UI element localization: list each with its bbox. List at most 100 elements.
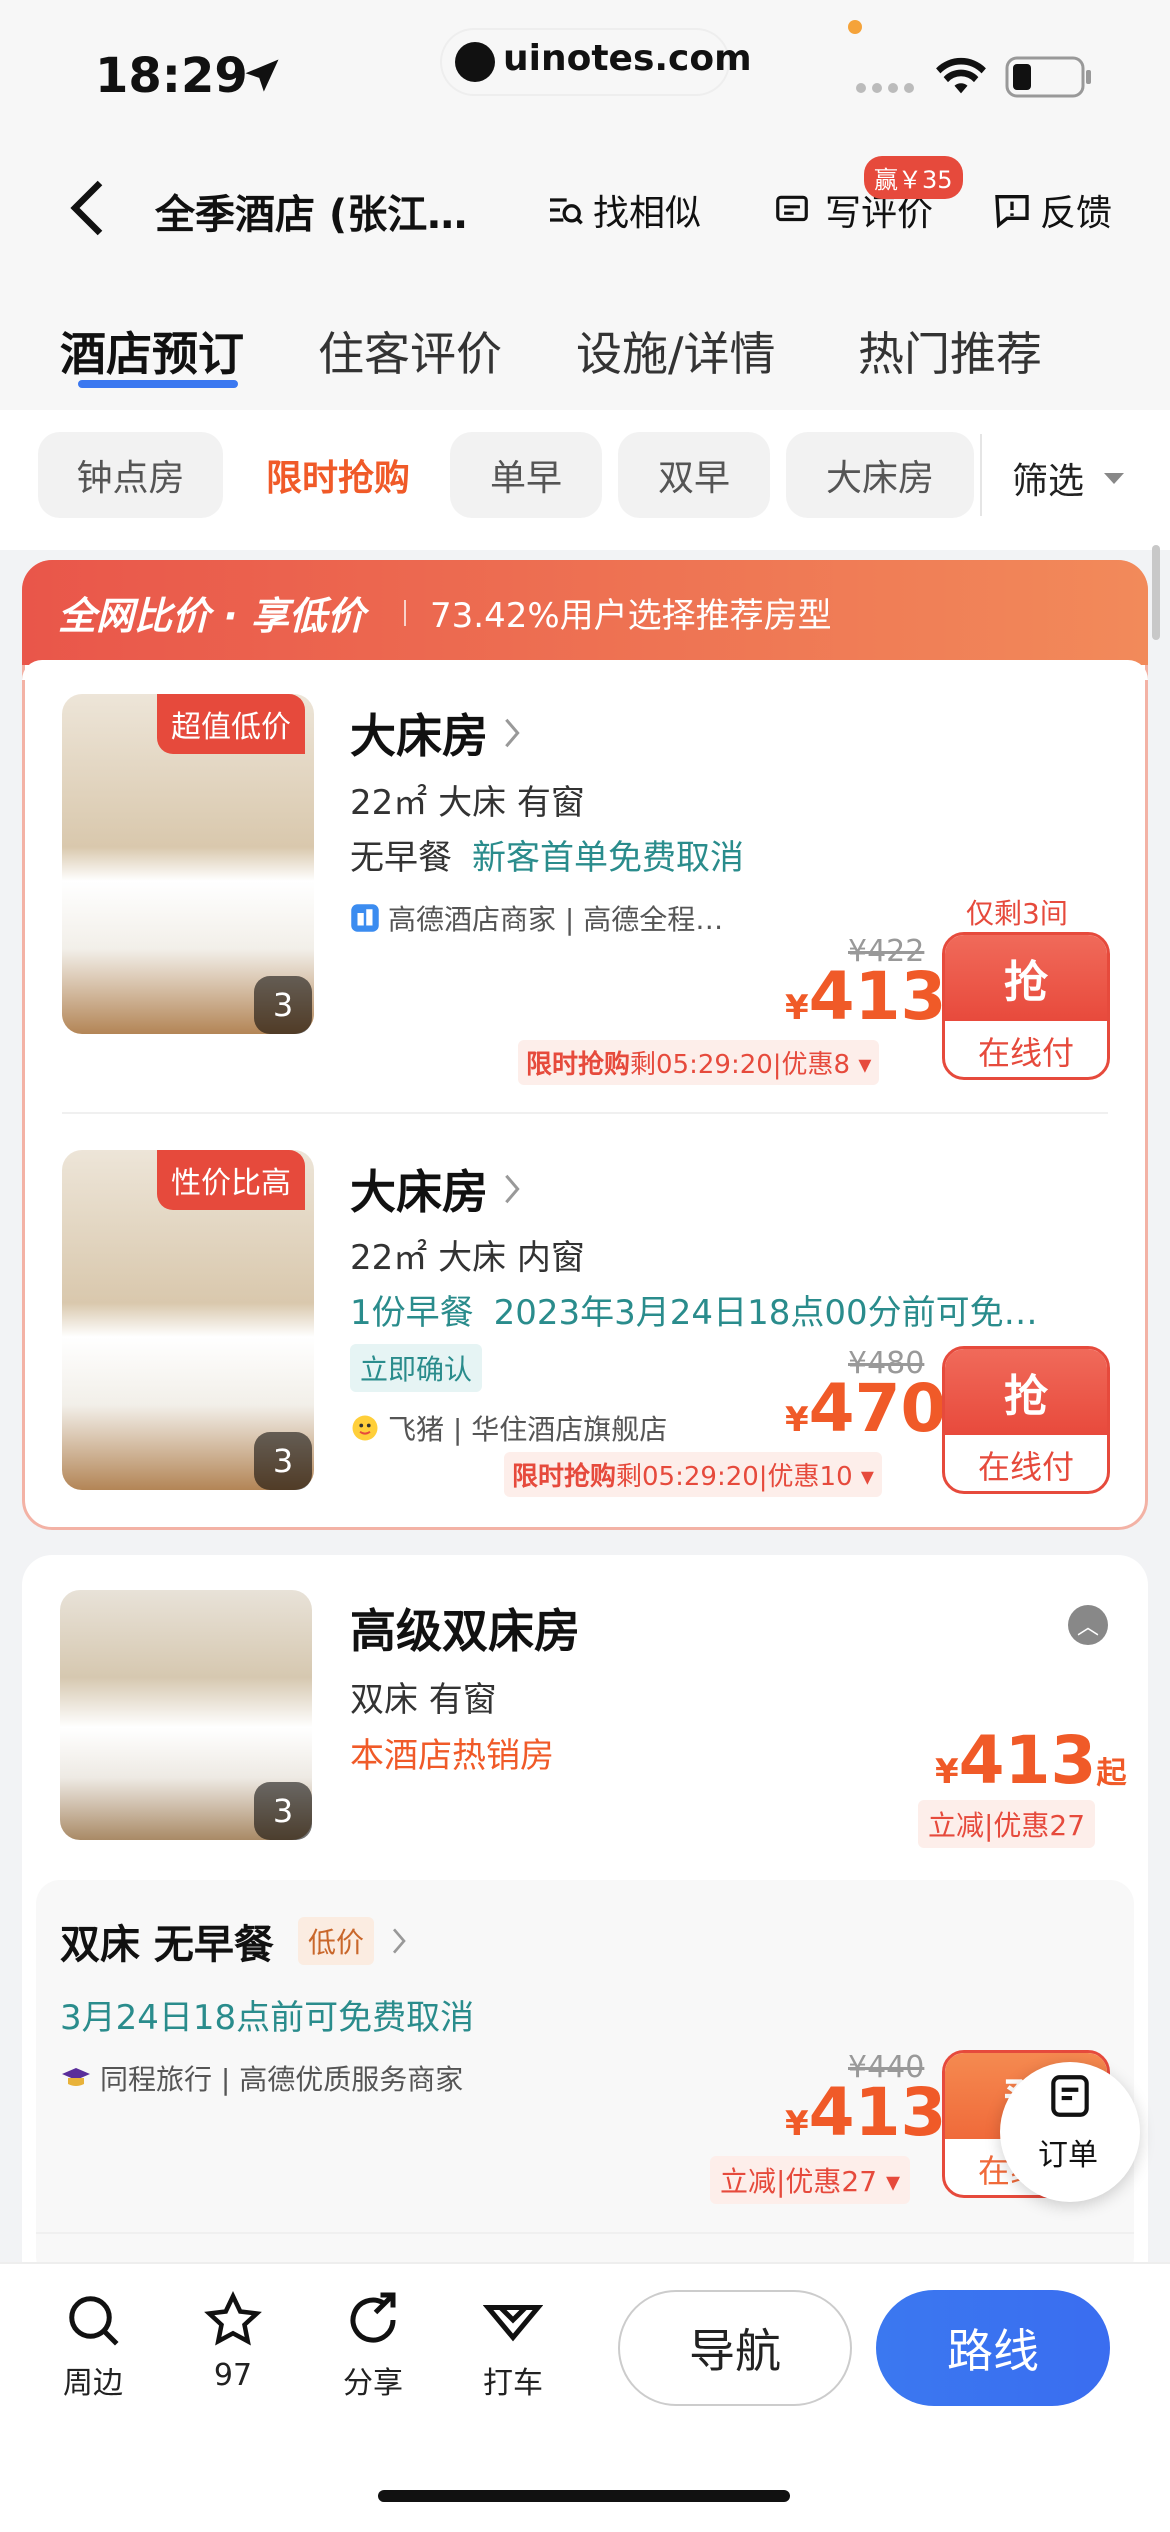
tab-guest-reviews[interactable]: 住客评价 <box>318 318 502 384</box>
meal-text: 无早餐 <box>350 838 452 878</box>
chip-hourly-room[interactable]: 钟点房 <box>38 432 223 518</box>
wifi-icon <box>936 57 986 94</box>
chip-double-breakfast[interactable]: 双早 <box>618 432 770 518</box>
scrollbar[interactable] <box>1152 545 1160 640</box>
instant-confirm-badge: 立即确认 <box>350 1344 483 1392</box>
back-icon[interactable] <box>65 178 115 238</box>
source-text: 飞猪 | 华住酒店旗舰店 <box>388 1413 668 1446</box>
room-name: 大床房 <box>350 1165 488 1219</box>
tab-hotel-booking[interactable]: 酒店预订 <box>60 318 244 384</box>
taxi-button[interactable]: 打车 <box>458 2290 568 2402</box>
grab-button-top: 抢 <box>945 1349 1107 1435</box>
site-logo-icon <box>455 42 495 82</box>
pay-online-label: 在线付 <box>977 1033 1074 1072</box>
cancel-policy: 3月24日18点前可免费取消 <box>60 1998 475 2038</box>
chip-king-room[interactable]: 大床房 <box>786 432 974 518</box>
rate-plan-source: 同程旅行 | 高德优质服务商家 <box>60 2058 463 2098</box>
room-name-link[interactable]: 大床房 <box>350 700 522 766</box>
amap-hotel-icon <box>351 904 379 932</box>
find-similar-button[interactable]: 找相似 <box>545 184 701 236</box>
currency-symbol: ¥ <box>785 1400 809 1440</box>
room-specs: 22㎡ 大床 有窗 <box>350 783 585 823</box>
current-price: ¥470 <box>785 1370 946 1447</box>
location-arrow-icon <box>245 59 279 92</box>
room-tag: 性价比高 <box>157 1150 305 1210</box>
photo-count: 3 <box>254 1432 312 1490</box>
grab-button[interactable]: 抢 在线付 <box>942 932 1110 1080</box>
rate-plan-name: 双床 无早餐 <box>60 1922 274 1968</box>
active-tab-indicator <box>78 380 238 388</box>
room-type-name: 高级双床房 <box>350 1604 580 1658</box>
chevron-right-icon <box>505 1174 520 1204</box>
from-price: ¥413起 <box>935 1722 1126 1799</box>
fliggy-icon <box>352 1415 378 1441</box>
caret-down-icon: ▾ <box>850 1050 872 1080</box>
review-reward-badge: 赢￥35 <box>864 156 963 199</box>
privacy-indicator <box>848 20 862 34</box>
from-suffix: 起 <box>1096 1756 1127 1791</box>
favorite-button[interactable]: 97 <box>178 2290 288 2393</box>
room-name-link[interactable]: 大床房 <box>350 1156 522 1222</box>
meal-text: 1份早餐 <box>350 1293 474 1333</box>
price-value: 413 <box>808 2074 947 2151</box>
search-icon <box>69 2296 119 2346</box>
nearby-button[interactable]: 周边 <box>38 2290 148 2402</box>
feedback-label: 反馈 <box>1040 193 1113 234</box>
room-divider <box>62 1112 1108 1114</box>
page-title: 全季酒店 (张江… <box>155 192 468 238</box>
feedback-icon <box>995 195 1029 229</box>
promo-subtitle: 73.42%用户选择推荐房型 <box>430 596 832 636</box>
current-price: ¥413 <box>785 958 946 1035</box>
filter-button[interactable]: 筛选 <box>1012 452 1126 504</box>
caret-down-icon: ▾ <box>852 1462 874 1492</box>
review-icon <box>776 195 808 222</box>
source-text: 高德酒店商家 | 高德全程… <box>388 903 724 936</box>
grab-button[interactable]: 抢 在线付 <box>942 1346 1110 1494</box>
room-specs: 22㎡ 大床 内窗 <box>350 1238 585 1278</box>
cancel-policy: 2023年3月24日18点00分前可免… <box>493 1293 1038 1333</box>
navigate-button[interactable]: 导航 <box>618 2290 852 2406</box>
photo-count: 3 <box>254 976 312 1034</box>
tab-recommendations[interactable]: 热门推荐 <box>858 318 1042 384</box>
flash-countdown: 剩05:29:20|优惠8 <box>630 1050 851 1080</box>
url-text: uinotes.com <box>503 38 752 79</box>
share-label: 分享 <box>343 2366 403 2401</box>
grab-button-top: 抢 <box>945 935 1107 1021</box>
route-button[interactable]: 路线 <box>876 2290 1110 2406</box>
find-similar-label: 找相似 <box>593 193 702 234</box>
caret-down-icon <box>1104 473 1125 484</box>
discount-tag: 立减|优惠27 <box>918 1800 1096 1848</box>
low-price-tag: 低价 <box>297 1917 374 1965</box>
rooms-remaining: 仅剩3间 <box>966 897 1068 930</box>
room-tag: 超值低价 <box>157 694 305 754</box>
taxi-label: 打车 <box>483 2366 543 2401</box>
flash-countdown: 剩05:29:20|优惠10 <box>616 1462 853 1492</box>
feedback-button[interactable]: 反馈 <box>992 184 1112 236</box>
taxi-icon <box>482 2305 544 2342</box>
find-similar-icon <box>550 198 583 225</box>
chip-single-breakfast[interactable]: 单早 <box>450 432 602 518</box>
discount-text: 立减|优惠27 <box>720 2165 878 2198</box>
signal-icon <box>856 83 914 93</box>
tongcheng-icon <box>62 2068 90 2086</box>
tab-facilities[interactable]: 设施/详情 <box>576 318 776 384</box>
room-source: 飞猪 | 华住酒店旗舰店 <box>350 1408 667 1448</box>
flash-label: 限时抢购 <box>526 1050 631 1080</box>
collapse-icon[interactable]: ︿ <box>1068 1605 1108 1645</box>
chip-flash-sale[interactable]: 限时抢购 <box>238 432 438 518</box>
flash-sale-timer[interactable]: 限时抢购剩05:29:20|优惠10 ▾ <box>504 1452 882 1497</box>
room-meal-policy: 无早餐 新客首单免费取消 <box>350 830 744 879</box>
promo-body-top <box>22 660 1148 680</box>
order-label: 订单 <box>1038 2138 1098 2173</box>
status-time: 18:29 <box>95 48 248 104</box>
home-indicator[interactable] <box>378 2490 790 2502</box>
share-button[interactable]: 分享 <box>318 2290 428 2402</box>
price-value: 413 <box>958 1722 1097 1799</box>
flash-label: 限时抢购 <box>512 1462 617 1492</box>
room-specs: 双床 有窗 <box>350 1680 497 1720</box>
flash-sale-timer[interactable]: 限时抢购剩05:29:20|优惠8 ▾ <box>518 1040 880 1085</box>
star-icon <box>204 2291 262 2346</box>
nearby-label: 周边 <box>63 2366 123 2401</box>
chevron-right-icon <box>505 718 520 748</box>
discount-tag[interactable]: 立减|优惠27 ▾ <box>710 2156 911 2204</box>
